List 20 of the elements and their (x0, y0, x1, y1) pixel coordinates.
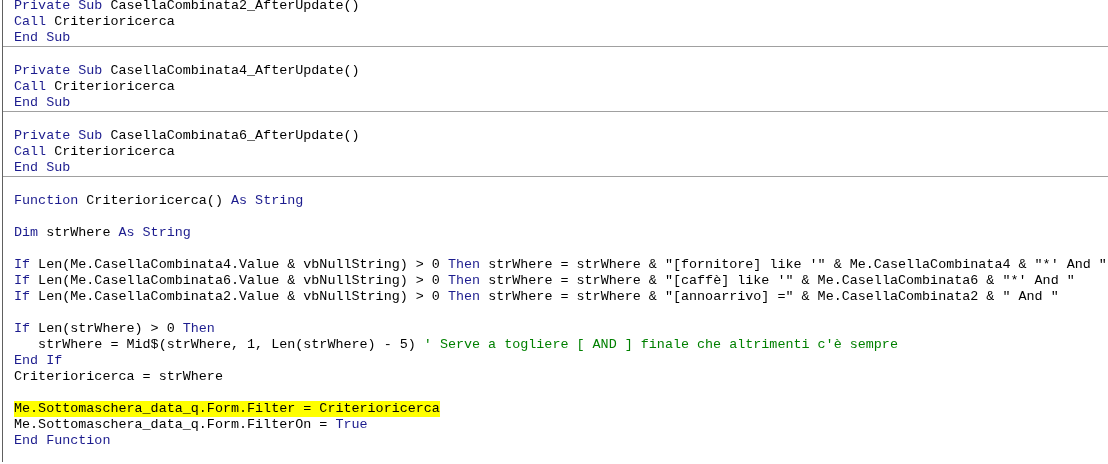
code-line: Private Sub CasellaCombinata2_AfterUpdate() (14, 0, 360, 14)
code-line: End Sub (14, 160, 71, 176)
code-line: Call Criterioricerca (14, 14, 175, 30)
code-line: End Function (14, 433, 111, 449)
code-line: Private Sub CasellaCombinata6_AfterUpdate() (14, 128, 360, 144)
code-line: If Len(Me.CasellaCombinata6.Value & vbNullString) > 0 Then strWhere = strWhere & "[caffè] like '" & Me.CasellaCombinata6 & "*' And " (14, 273, 1075, 289)
code-line: End Sub (14, 95, 71, 111)
code-line: End Sub (14, 30, 71, 46)
code-line: If Len(Me.CasellaCombinata4.Value & vbNullString) > 0 Then strWhere = strWhere & "[fornitore] like '" & Me.CasellaCombinata4 & "*' And " (14, 257, 1107, 273)
code-line: Criterioricerca = strWhere (14, 369, 223, 385)
code-line: Call Criterioricerca (14, 79, 175, 95)
code-line: Call Criterioricerca (14, 144, 175, 160)
code-line: strWhere = Mid$(strWhere, 1, Len(strWhere) - 5) ' Serve a togliere [ AND ] finale che altrimenti c'è sempre (37, 337, 898, 353)
code-line: Function Criterioricerca() As String (14, 193, 304, 209)
code-line: If Len(Me.CasellaCombinata2.Value & vbNullString) > 0 Then strWhere = strWhere & "[annoarrivo] =" & Me.CasellaCombinata2 & " And " (14, 289, 1059, 305)
code-line: Dim strWhere As String (14, 225, 191, 241)
code-line: If Len(strWhere) > 0 Then (14, 321, 215, 337)
code-line: Private Sub CasellaCombinata4_AfterUpdate() (14, 63, 360, 79)
code-line: End If (14, 353, 63, 369)
code-line: Me.Sottomaschera_data_q.Form.FilterOn = True (14, 417, 368, 433)
